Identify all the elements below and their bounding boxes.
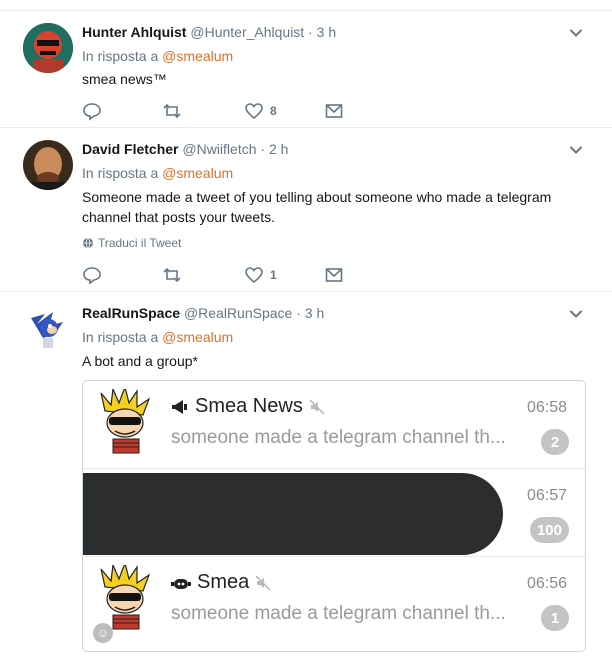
chat-title: Smea News: [171, 395, 325, 418]
separator-dot: ·: [260, 141, 266, 157]
tweet-david[interactable]: David Fletcher @Nwiifletch · 2 h In risp…: [0, 127, 612, 291]
author-name[interactable]: David Fletcher: [82, 141, 178, 157]
like-button[interactable]: 8: [244, 101, 277, 121]
author-name[interactable]: Hunter Ahlquist: [82, 24, 186, 40]
retweet-icon: [163, 267, 181, 283]
retweet-button[interactable]: [162, 265, 188, 285]
tweet-text: Someone made a tweet of you telling abou…: [82, 187, 551, 227]
avatar[interactable]: [23, 140, 73, 190]
translate-label: Traduci il Tweet: [98, 236, 182, 250]
reply-context: In risposta a @smealum: [82, 329, 233, 345]
author-handle[interactable]: @Nwiifletch: [182, 141, 256, 157]
reply-mention-link[interactable]: @smealum: [162, 165, 233, 181]
like-count: 1: [270, 268, 277, 282]
avatar-image-icon: [23, 140, 73, 190]
globe-icon: [83, 237, 93, 249]
reply-context: In risposta a @smealum: [82, 165, 233, 181]
unread-badge: 100: [529, 517, 569, 543]
reply-prefix: In risposta a: [82, 329, 159, 345]
tweet-hunter[interactable]: Hunter Ahlquist @Hunter_Ahlquist · 3 h I…: [0, 10, 612, 127]
heart-icon: [245, 267, 263, 284]
reply-button[interactable]: [82, 101, 108, 121]
chat-title: Smea: [171, 571, 271, 594]
avatar[interactable]: [23, 304, 73, 354]
timestamp[interactable]: 3 h: [317, 24, 336, 40]
retweet-icon: [163, 103, 181, 119]
bot-icon: [171, 578, 191, 589]
chevron-down-icon[interactable]: [568, 306, 584, 322]
separator-dot: ·: [308, 24, 313, 40]
tweet-media-image[interactable]: Smea News 06:58 someone made a telegram …: [82, 380, 586, 652]
envelope-icon: [325, 268, 343, 282]
tweet-text: A bot and a group*: [82, 353, 198, 369]
reply-icon: [83, 267, 101, 285]
megaphone-icon: [172, 399, 187, 414]
telegram-chat-row: Smea News 06:58 someone made a telegram …: [83, 381, 585, 469]
author-handle[interactable]: @Hunter_Ahlquist: [190, 24, 304, 40]
reply-icon: [83, 103, 101, 121]
tweet-actions: 1: [82, 265, 362, 287]
author-handle[interactable]: @RealRunSpace: [184, 305, 292, 321]
reply-context: In risposta a @smealum: [82, 48, 233, 64]
tweet-text: smea news™: [82, 71, 167, 87]
separator-dot: ·: [296, 305, 301, 321]
reply-mention-link[interactable]: @smealum: [162, 48, 233, 64]
retweet-button[interactable]: [162, 101, 188, 121]
avatar-image-icon: [23, 304, 73, 354]
translate-tweet-link[interactable]: Traduci il Tweet: [82, 236, 181, 250]
muted-speaker-icon: [255, 574, 271, 591]
telegram-chat-row: 06:57 100: [83, 469, 585, 557]
like-button[interactable]: 1: [244, 265, 277, 285]
direct-message-button[interactable]: [324, 101, 344, 121]
heart-icon: [245, 103, 263, 120]
chat-time: 06:58: [526, 399, 567, 416]
tweet-text-line: channel that posts your tweets.: [82, 209, 275, 225]
redaction-bar: [83, 473, 503, 555]
like-count: 8: [270, 104, 277, 118]
cartoon-avatar-icon: [100, 389, 151, 454]
chevron-down-icon[interactable]: [568, 142, 584, 158]
reply-prefix: In risposta a: [82, 165, 159, 181]
tweet-text-line: Someone made a tweet of you telling abou…: [82, 189, 552, 205]
direct-message-button[interactable]: [324, 265, 344, 285]
timestamp[interactable]: 3 h: [305, 305, 324, 321]
envelope-icon: [325, 104, 343, 118]
chevron-down-icon[interactable]: [568, 25, 584, 41]
unread-badge: 1: [541, 605, 569, 631]
muted-speaker-icon: [309, 398, 325, 415]
smiley-icon: ☺: [93, 623, 113, 643]
chat-time: 06:57: [526, 487, 567, 504]
chat-preview: someone made a telegram channel th...: [171, 427, 506, 448]
chat-name: Smea News: [195, 395, 303, 417]
reply-prefix: In risposta a: [82, 48, 159, 64]
timestamp[interactable]: 2 h: [269, 141, 288, 157]
cartoon-avatar-icon: [100, 565, 151, 630]
telegram-chat-row: Smea 06:56 someone made a telegram chann…: [83, 557, 585, 645]
avatar[interactable]: [23, 23, 73, 73]
unread-badge: 2: [541, 429, 569, 455]
avatar-image-icon: [23, 23, 73, 73]
chat-preview: someone made a telegram channel th...: [171, 603, 506, 624]
reply-button[interactable]: [82, 265, 108, 285]
chat-time: 06:56: [526, 575, 567, 592]
tweet-actions: 8: [82, 101, 362, 123]
chat-name: Smea: [197, 571, 250, 593]
author-name[interactable]: RealRunSpace: [82, 305, 180, 321]
reply-mention-link[interactable]: @smealum: [162, 329, 233, 345]
